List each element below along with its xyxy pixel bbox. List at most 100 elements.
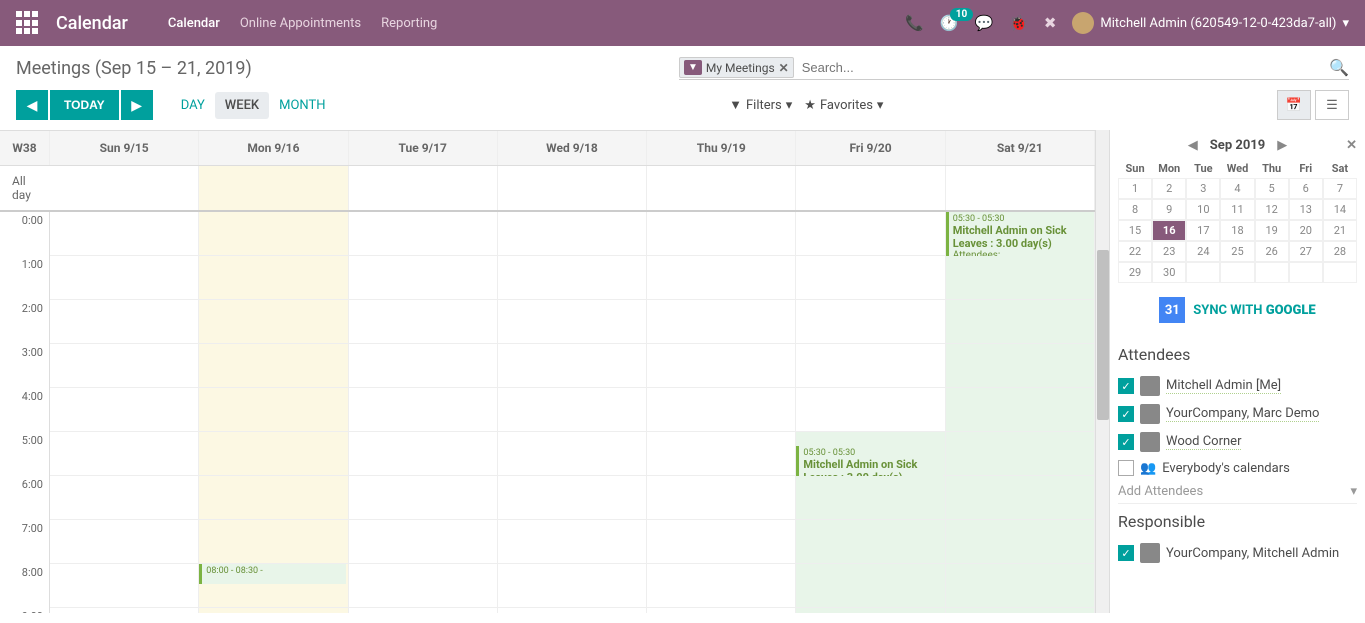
tab-day[interactable]: DAY (171, 92, 215, 119)
mini-day[interactable]: 15 (1118, 220, 1152, 241)
mini-day[interactable]: 30 (1152, 262, 1186, 283)
mini-day[interactable]: 9 (1152, 199, 1186, 220)
mini-day[interactable]: 29 (1118, 262, 1152, 283)
time-cell[interactable] (199, 388, 348, 432)
mini-day[interactable]: 27 (1289, 241, 1323, 262)
mini-day[interactable]: 8 (1118, 199, 1152, 220)
checkbox[interactable]: ✓ (1118, 545, 1134, 561)
mini-day[interactable]: 7 (1323, 178, 1357, 199)
clock-icon[interactable]: 🕐10 (940, 14, 959, 32)
time-cell[interactable] (349, 608, 498, 613)
attendee-row[interactable]: ✓Mitchell Admin [Me] (1118, 372, 1357, 400)
time-cell[interactable] (50, 608, 199, 613)
mini-day[interactable]: 11 (1220, 199, 1254, 220)
filter-tag[interactable]: ▼ My Meetings ✕ (679, 57, 794, 78)
mini-day[interactable]: 6 (1289, 178, 1323, 199)
tab-month[interactable]: MONTH (269, 92, 335, 119)
close-icon[interactable]: ✕ (779, 61, 789, 75)
time-cell[interactable] (796, 476, 945, 520)
responsible-row[interactable]: ✓ YourCompany, Mitchell Admin (1118, 539, 1357, 567)
time-cell[interactable] (50, 388, 199, 432)
time-cell[interactable] (349, 520, 498, 564)
time-cell[interactable] (50, 476, 199, 520)
time-cell[interactable] (199, 300, 348, 344)
time-cell[interactable] (946, 388, 1095, 432)
time-cell[interactable] (349, 432, 498, 476)
mini-day[interactable]: 26 (1255, 241, 1289, 262)
apps-icon[interactable] (16, 11, 40, 35)
time-cell[interactable] (199, 432, 348, 476)
mini-day[interactable]: 17 (1186, 220, 1220, 241)
time-cell[interactable] (647, 564, 796, 608)
time-cell[interactable] (50, 300, 199, 344)
add-attendee[interactable]: Add Attendees▾ (1118, 480, 1357, 504)
user-menu[interactable]: Mitchell Admin (620549-12-0-423da7-all) … (1072, 12, 1349, 34)
time-cell[interactable] (796, 520, 945, 564)
time-cell[interactable] (946, 432, 1095, 476)
time-cell[interactable] (199, 608, 348, 613)
mini-day[interactable]: 22 (1118, 241, 1152, 262)
scrollbar-thumb[interactable] (1097, 250, 1109, 420)
time-cell[interactable] (796, 300, 945, 344)
time-cell[interactable] (50, 212, 199, 256)
time-cell[interactable] (498, 212, 647, 256)
calendar-grid[interactable]: W38Sun 9/15Mon 9/16Tue 9/17Wed 9/18Thu 9… (0, 130, 1095, 613)
attendee-row[interactable]: ✓Wood Corner (1118, 428, 1357, 456)
time-cell[interactable] (647, 212, 796, 256)
mini-day[interactable]: 28 (1323, 241, 1357, 262)
time-cell[interactable] (498, 300, 647, 344)
time-cell[interactable] (647, 300, 796, 344)
time-cell[interactable] (498, 564, 647, 608)
time-cell[interactable] (349, 212, 498, 256)
time-cell[interactable] (498, 256, 647, 300)
mini-day[interactable]: 16 (1152, 220, 1186, 241)
bug-icon[interactable]: 🐞 (1009, 14, 1028, 32)
time-cell[interactable] (50, 520, 199, 564)
time-cell[interactable] (796, 564, 945, 608)
mini-next-icon[interactable]: ▶ (1277, 138, 1287, 153)
nav-calendar[interactable]: Calendar (168, 16, 220, 31)
time-cell[interactable] (796, 256, 945, 300)
nav-online-appointments[interactable]: Online Appointments (240, 16, 361, 31)
time-cell[interactable] (349, 388, 498, 432)
search-icon[interactable]: 🔍 (1329, 58, 1349, 77)
tools-icon[interactable]: ✖ (1044, 14, 1057, 32)
time-cell[interactable] (796, 608, 945, 613)
mini-day[interactable]: 20 (1289, 220, 1323, 241)
mini-day[interactable]: 2 (1152, 178, 1186, 199)
time-cell[interactable] (946, 564, 1095, 608)
mini-day[interactable]: 21 (1323, 220, 1357, 241)
filters-dropdown[interactable]: ▼ Filters ▾ (729, 97, 792, 113)
time-cell[interactable] (498, 608, 647, 613)
mini-day[interactable]: 23 (1152, 241, 1186, 262)
time-cell[interactable] (647, 344, 796, 388)
time-cell[interactable] (50, 344, 199, 388)
time-cell[interactable] (50, 256, 199, 300)
mini-day[interactable]: 19 (1255, 220, 1289, 241)
phone-icon[interactable]: 📞 (905, 14, 924, 32)
time-cell[interactable] (199, 476, 348, 520)
event-meeting-mon[interactable]: 08:00 - 08:30 - (199, 564, 345, 584)
time-cell[interactable] (199, 520, 348, 564)
time-cell[interactable] (498, 520, 647, 564)
time-cell[interactable] (647, 256, 796, 300)
chat-icon[interactable]: 💬 (974, 14, 993, 32)
time-cell[interactable] (946, 344, 1095, 388)
time-cell[interactable] (946, 256, 1095, 300)
time-cell[interactable] (796, 212, 945, 256)
mini-close-icon[interactable]: ✕ (1346, 138, 1357, 153)
time-cell[interactable] (349, 256, 498, 300)
time-cell[interactable] (946, 300, 1095, 344)
time-cell[interactable] (647, 388, 796, 432)
mini-day[interactable]: 13 (1289, 199, 1323, 220)
mini-day[interactable]: 12 (1255, 199, 1289, 220)
time-cell[interactable] (50, 432, 199, 476)
mini-day[interactable]: 24 (1186, 241, 1220, 262)
attendee-row[interactable]: ✓YourCompany, Marc Demo (1118, 400, 1357, 428)
time-cell[interactable] (946, 520, 1095, 564)
sync-google[interactable]: 31 SYNC WITH GOOGLE (1118, 283, 1357, 337)
calendar-view-button[interactable]: 📅 (1277, 90, 1311, 120)
mini-day[interactable]: 18 (1220, 220, 1254, 241)
prev-button[interactable]: ◀ (16, 90, 48, 120)
mini-prev-icon[interactable]: ◀ (1188, 138, 1198, 153)
